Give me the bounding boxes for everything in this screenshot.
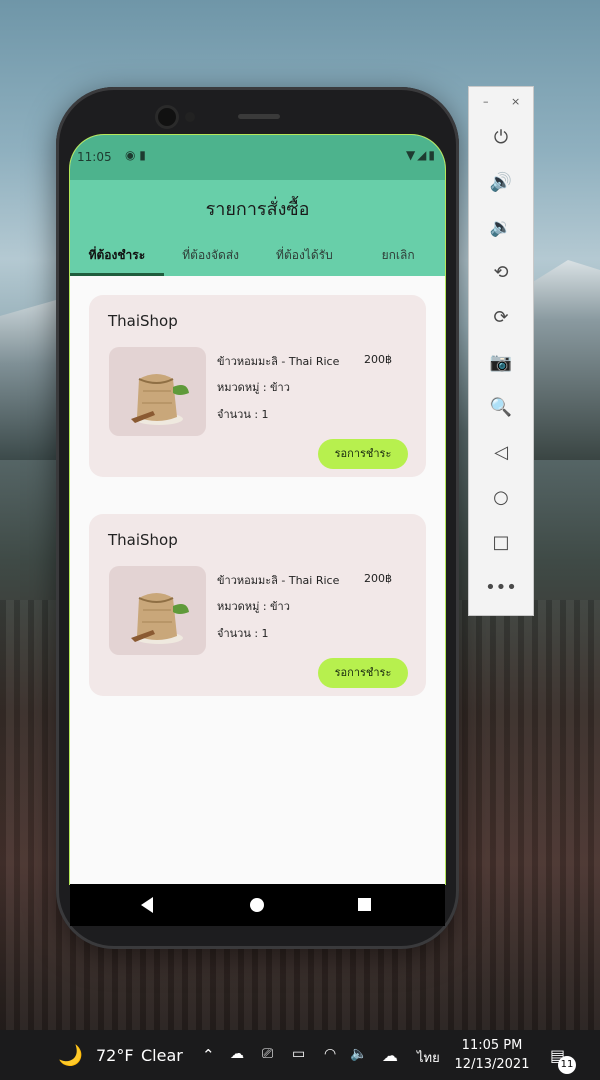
product-price: 200฿ — [364, 353, 392, 366]
rotate-left-icon[interactable]: ⟲ — [469, 257, 533, 289]
battery-icon[interactable]: ▭ — [292, 1046, 305, 1062]
status-time: 11:05 — [77, 150, 112, 164]
page-title: รายการสั่งซื้อ — [205, 199, 310, 220]
phone-screen: 11:05 ◉ ▮ ▼◢▮ รายการสั่งซื้อ ที่ต้องชำระ… — [70, 135, 445, 884]
weather-condition[interactable]: Clear — [141, 1046, 183, 1065]
status-signal-battery-icons: ▼◢▮ — [405, 148, 437, 162]
rice-sack-image — [109, 347, 206, 436]
order-tabs: ที่ต้องชำระ ที่ต้องจัดส่ง ที่ต้องได้รับ … — [70, 237, 445, 276]
awaiting-payment-button[interactable]: รอการชำระ — [318, 658, 408, 688]
tab-to-receive[interactable]: ที่ต้องได้รับ — [258, 237, 352, 276]
shop-name: ThaiShop — [108, 312, 178, 330]
order-list: ThaiShop ข้าวหอมมะลิ - Thai Rice 200฿ หม… — [70, 276, 445, 884]
taskbar: 🌙 72°F Clear ⌃ ☁ ⎚ ▭ ◠ 🔈 ☁ ไทย 11:05 PM … — [0, 1030, 600, 1080]
more-icon[interactable]: ••• — [469, 572, 533, 604]
nav-recents-icon[interactable] — [358, 898, 371, 911]
tab-to-pay[interactable]: ที่ต้องชำระ — [70, 237, 164, 276]
order-card[interactable]: ThaiShop ข้าวหอมมะลิ - Thai Rice 200฿ หม… — [89, 295, 426, 477]
home-icon[interactable]: ○ — [469, 482, 533, 514]
emulator-panel: – × ⏻ 🔊 🔉 ⟲ ⟳ 📷 🔍 ◁ ○ □ ••• — [468, 86, 534, 616]
notification-count-badge: 11 — [558, 1056, 576, 1074]
minimize-button[interactable]: – — [483, 95, 489, 108]
chevron-up-icon[interactable]: ⌃ — [202, 1046, 215, 1064]
wifi-icon[interactable]: ◠ — [324, 1046, 336, 1062]
volume-icon[interactable]: 🔈 — [350, 1046, 367, 1062]
nav-back-icon[interactable] — [141, 897, 153, 913]
onedrive-icon[interactable]: ☁ — [230, 1046, 244, 1062]
input-language[interactable]: ไทย — [417, 1047, 440, 1068]
power-icon[interactable]: ⏻ — [469, 122, 533, 154]
weather-temperature[interactable]: 72°F — [96, 1046, 134, 1065]
tab-to-ship[interactable]: ที่ต้องจัดส่ง — [164, 237, 258, 276]
volume-up-icon[interactable]: 🔊 — [469, 167, 533, 199]
rice-sack-image — [109, 566, 206, 655]
product-quantity: จำนวน : 1 — [217, 408, 269, 421]
phone-camera — [158, 108, 176, 126]
taskbar-clock[interactable]: 11:05 PM 12/13/2021 — [452, 1036, 532, 1074]
clock-date: 12/13/2021 — [454, 1057, 530, 1072]
tab-cancelled[interactable]: ยกเลิก — [351, 237, 445, 276]
shop-name: ThaiShop — [108, 531, 178, 549]
product-quantity: จำนวน : 1 — [217, 627, 269, 640]
overview-icon[interactable]: □ — [469, 527, 533, 559]
clock-time: 11:05 PM — [461, 1038, 523, 1053]
app-bar: รายการสั่งซื้อ ที่ต้องชำระ ที่ต้องจัดส่ง… — [70, 180, 445, 276]
moon-weather-icon[interactable]: 🌙 — [58, 1043, 83, 1067]
nav-home-icon[interactable] — [250, 898, 264, 912]
phone-speaker — [238, 114, 280, 119]
awaiting-payment-button[interactable]: รอการชำระ — [318, 439, 408, 469]
phone-sensor — [185, 112, 195, 122]
android-nav-bar — [70, 884, 445, 926]
camera-icon[interactable]: 📷 — [469, 347, 533, 379]
meet-now-icon[interactable]: ⎚ — [262, 1046, 273, 1062]
cloud-upload-icon[interactable]: ☁ — [382, 1046, 398, 1065]
rotate-right-icon[interactable]: ⟳ — [469, 302, 533, 334]
close-button[interactable]: × — [511, 95, 520, 108]
volume-down-icon[interactable]: 🔉 — [469, 212, 533, 244]
back-icon[interactable]: ◁ — [469, 437, 533, 469]
order-card[interactable]: ThaiShop ข้าวหอมมะลิ - Thai Rice 200฿ หม… — [89, 514, 426, 696]
product-name: ข้าวหอมมะลิ - Thai Rice — [217, 574, 340, 587]
product-category: หมวดหมู่ : ข้าว — [217, 600, 290, 613]
zoom-icon[interactable]: 🔍 — [469, 392, 533, 424]
product-category: หมวดหมู่ : ข้าว — [217, 381, 290, 394]
status-bar: 11:05 ◉ ▮ ▼◢▮ — [70, 135, 445, 180]
status-notification-icons: ◉ ▮ — [125, 148, 146, 162]
product-price: 200฿ — [364, 572, 392, 585]
product-name: ข้าวหอมมะลิ - Thai Rice — [217, 355, 340, 368]
